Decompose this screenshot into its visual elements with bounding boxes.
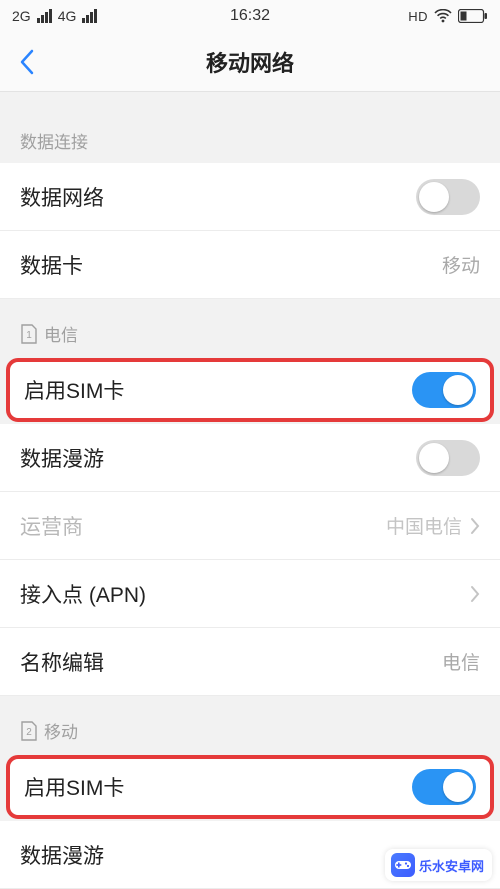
row-value: 电信 (442, 648, 480, 675)
chevron-right-icon (470, 517, 480, 535)
wifi-icon (434, 9, 452, 23)
watermark-text: 乐水安卓网 (419, 856, 484, 875)
row-name-edit[interactable]: 名称编辑 电信 (0, 628, 500, 696)
nav-header: 移动网络 (0, 32, 500, 92)
row-label: 运营商 (20, 511, 83, 541)
toggle-enable-sim2[interactable] (412, 769, 476, 805)
row-enable-sim2[interactable]: 启用SIM卡 (6, 755, 494, 819)
toggle-data-roaming-1[interactable] (416, 440, 480, 476)
page-title: 移动网络 (206, 46, 294, 78)
svg-text:2: 2 (26, 727, 32, 738)
status-bar: 2G 4G 16:32 HD (0, 0, 500, 32)
row-apn[interactable]: 接入点 (APN) (0, 560, 500, 628)
battery-icon (458, 9, 488, 23)
row-enable-sim1[interactable]: 启用SIM卡 (6, 358, 494, 422)
sim-card-icon: 2 (20, 720, 38, 742)
back-button[interactable] (10, 45, 44, 79)
status-right: HD (408, 9, 488, 24)
sim-card-icon: 1 (20, 323, 38, 345)
chevron-left-icon (19, 49, 35, 75)
row-data-network[interactable]: 数据网络 (0, 163, 500, 231)
row-carrier[interactable]: 运营商 中国电信 (0, 492, 500, 560)
row-label: 数据网络 (20, 182, 104, 212)
signal-bars-icon (37, 9, 52, 23)
watermark: 乐水安卓网 (385, 849, 492, 881)
section-header-sim2: 2 移动 (0, 696, 500, 753)
section-header-sim1: 1 电信 (0, 299, 500, 356)
network-type-1: 2G (12, 8, 31, 24)
signal-bars-icon (82, 9, 97, 23)
status-time: 16:32 (230, 7, 270, 25)
status-left: 2G 4G (12, 8, 97, 24)
svg-text:1: 1 (26, 330, 32, 341)
chevron-right-icon (470, 585, 480, 603)
row-data-card[interactable]: 数据卡 移动 (0, 231, 500, 299)
row-label: 名称编辑 (20, 647, 104, 677)
section-header-label: 移动 (44, 718, 78, 743)
network-type-2: 4G (58, 8, 77, 24)
row-label: 数据漫游 (20, 443, 104, 473)
row-value: 中国电信 (386, 512, 462, 539)
gamepad-icon (391, 853, 415, 877)
section-header-label: 电信 (44, 321, 78, 346)
toggle-enable-sim1[interactable] (412, 372, 476, 408)
section-header-data-connection: 数据连接 (0, 92, 500, 163)
row-value: 移动 (442, 251, 480, 278)
row-label: 接入点 (APN) (20, 579, 146, 609)
section-header-label: 数据连接 (20, 128, 88, 153)
row-label: 数据卡 (20, 250, 83, 280)
row-label: 启用SIM卡 (24, 772, 124, 802)
row-label: 数据漫游 (20, 840, 104, 870)
row-data-roaming-1[interactable]: 数据漫游 (0, 424, 500, 492)
hd-indicator: HD (408, 9, 428, 24)
row-label: 启用SIM卡 (24, 375, 124, 405)
toggle-data-network[interactable] (416, 179, 480, 215)
